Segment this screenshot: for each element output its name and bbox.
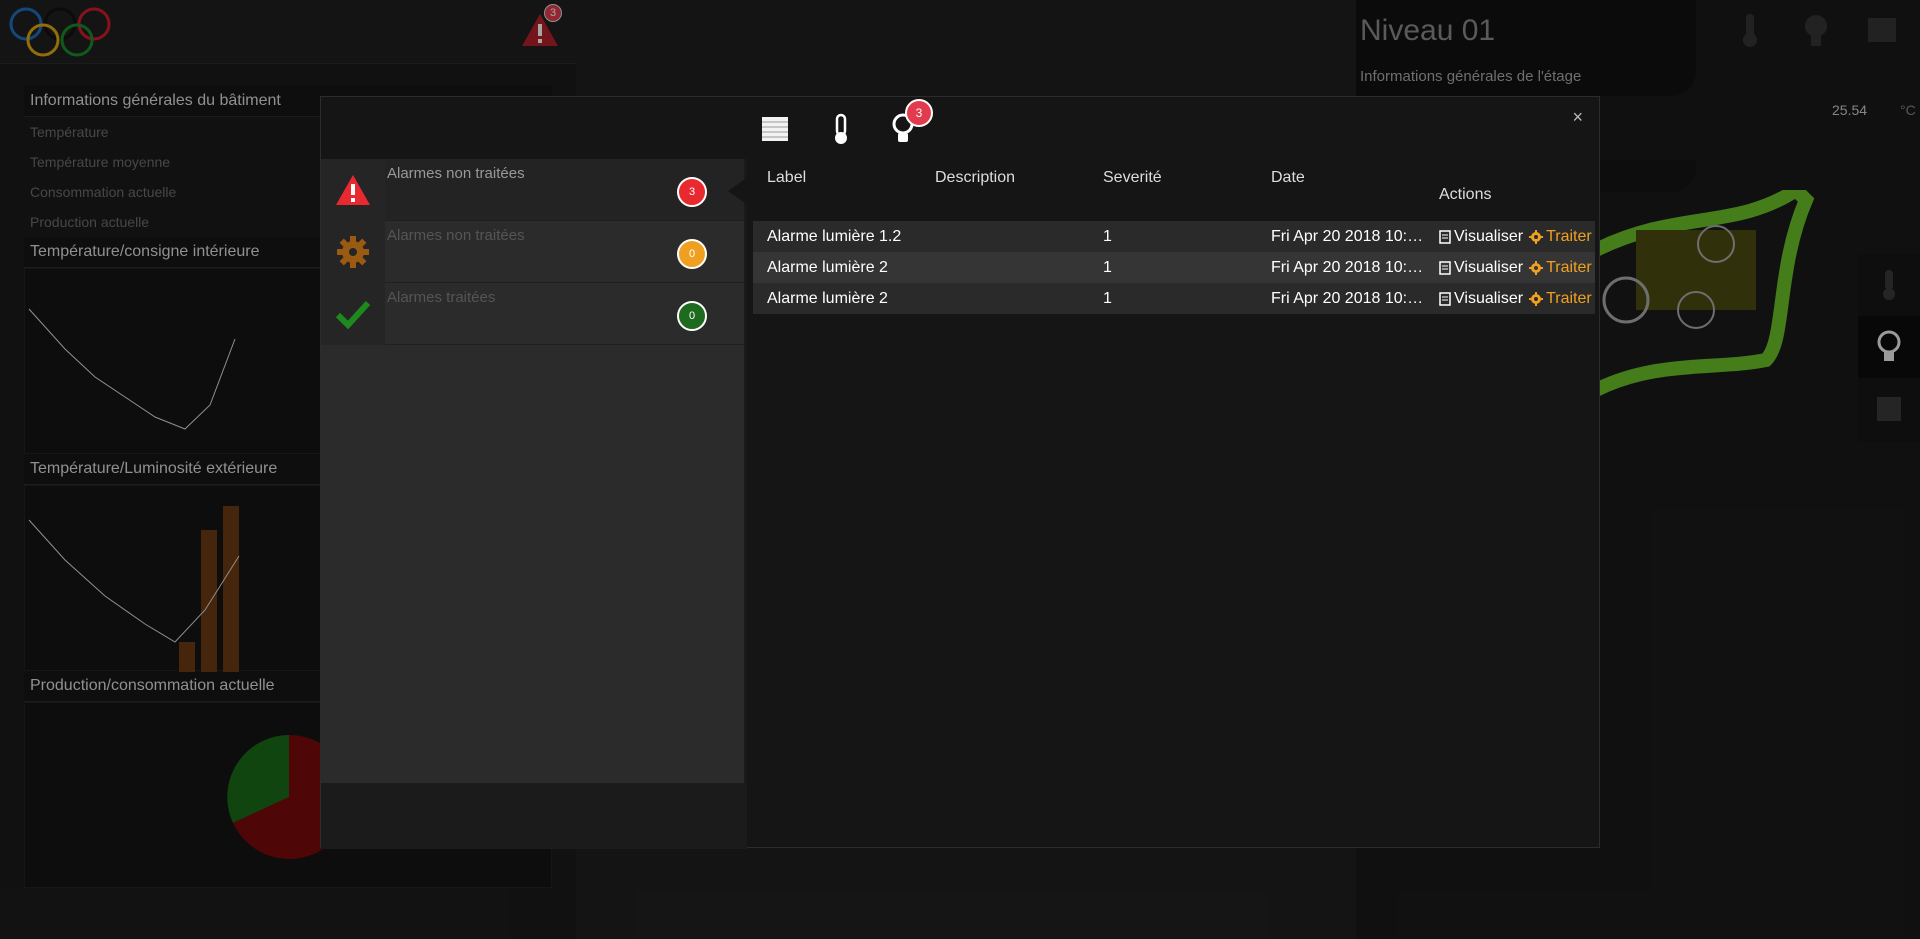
alarm-group-count: 3 [677,177,707,207]
column-header-label[interactable]: Label [753,159,921,221]
gear-icon [1529,260,1544,275]
table-body: Alarme lumière 1.2 1 Fri Apr 20 2018 10:… [753,221,1595,314]
process-button[interactable]: Traiter [1529,290,1592,308]
process-button[interactable]: Traiter [1529,228,1592,246]
cell-severity: 1 [1103,289,1112,307]
cell-label: Alarme lumière 2 [767,258,888,276]
tab-blinds[interactable] [757,111,793,147]
cell-severity: 1 [1103,227,1112,245]
cell-label: Alarme lumière 1.2 [767,227,902,245]
alarm-group-count: 0 [677,239,707,269]
process-label: Traiter [1546,289,1592,307]
alarms-modal: 3 × Alarmes non traitées 3 Alarmes non t… [320,96,1600,849]
cell-actions: Visualiser Traiter [1425,290,1595,308]
alarm-group-treated[interactable]: Alarmes traitées 0 [321,283,744,345]
cell-date: Fri Apr 20 2018 10:… [1271,258,1424,276]
alarm-group-label: Alarmes traitées [387,289,496,306]
view-label: Visualiser [1454,227,1524,245]
cell-actions: Visualiser Traiter [1425,259,1595,277]
cell-actions: Visualiser Traiter [1425,228,1595,246]
view-label: Visualiser [1454,258,1524,276]
alarm-list-footer [321,783,747,849]
thermometer-icon [835,113,847,144]
column-header-description[interactable]: Description [921,159,1089,221]
column-header-date[interactable]: Date [1257,159,1425,221]
table-row[interactable]: Alarme lumière 2 1 Fri Apr 20 2018 10:… … [753,252,1595,283]
cell-date: Fri Apr 20 2018 10:… [1271,289,1424,307]
process-label: Traiter [1546,258,1592,276]
table-row[interactable]: Alarme lumière 1.2 1 Fri Apr 20 2018 10:… [753,221,1595,252]
document-icon [1439,260,1451,275]
cell-label: Alarme lumière 2 [767,289,888,307]
alarm-group-untreated[interactable]: Alarmes non traitées 3 [321,159,748,221]
lighting-alarm-badge: 3 [905,99,933,127]
warning-icon [321,159,385,221]
gear-icon [1529,229,1544,244]
alarms-table: Label Description Severité Date Actions … [753,159,1595,314]
alarm-group-in-progress[interactable]: Alarmes non traitées 0 [321,221,744,283]
cell-date: Fri Apr 20 2018 10:… [1271,227,1424,245]
table-row[interactable]: Alarme lumière 2 1 Fri Apr 20 2018 10:… … [753,283,1595,314]
document-icon [1439,229,1451,244]
tab-temperature[interactable] [823,111,859,147]
close-button[interactable]: × [1572,107,1583,128]
table-header: Label Description Severité Date Actions [753,159,1595,221]
modal-tabs: 3 × [321,97,1599,159]
view-label: Visualiser [1454,289,1524,307]
view-button[interactable]: Visualiser [1439,228,1523,246]
column-header-severity[interactable]: Severité [1089,159,1257,221]
gear-icon [1529,291,1544,306]
checkmark-icon [321,283,385,345]
view-button[interactable]: Visualiser [1439,259,1523,277]
alarm-group-list: Alarmes non traitées 3 Alarmes non trait… [321,159,748,783]
blinds-icon [762,117,788,141]
alarm-group-count: 0 [677,301,707,331]
cell-severity: 1 [1103,258,1112,276]
alarm-group-label: Alarmes non traitées [387,227,525,244]
view-button[interactable]: Visualiser [1439,290,1523,308]
document-icon [1439,291,1451,306]
process-button[interactable]: Traiter [1529,259,1592,277]
column-header-actions: Actions [1439,186,1492,203]
alarm-group-label: Alarmes non traitées [387,165,525,182]
gear-icon [321,221,385,283]
process-label: Traiter [1546,227,1592,245]
